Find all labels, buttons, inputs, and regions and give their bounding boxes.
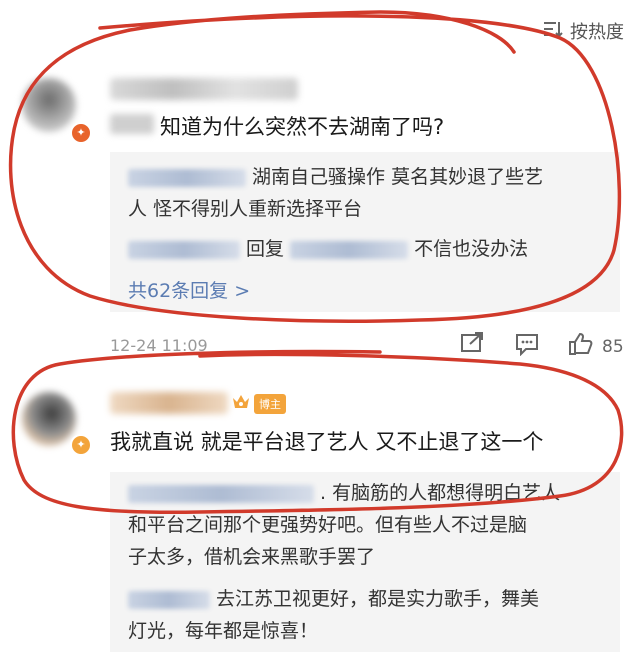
annotation-loop-2 [11,349,624,515]
annotation-overlay [8,10,624,515]
annotation-loop-1 [8,10,622,323]
